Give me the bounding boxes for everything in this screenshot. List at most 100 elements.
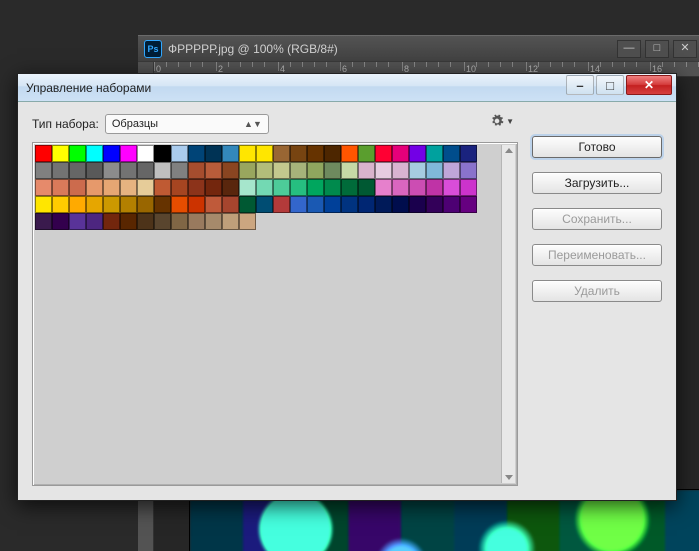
swatch[interactable] <box>358 179 375 196</box>
swatch[interactable] <box>324 162 341 179</box>
swatch[interactable] <box>341 162 358 179</box>
swatch[interactable] <box>154 213 171 230</box>
rename-button[interactable]: Переименовать... <box>532 244 662 266</box>
swatch[interactable] <box>205 145 222 162</box>
swatch[interactable] <box>86 196 103 213</box>
swatch[interactable] <box>188 179 205 196</box>
swatch[interactable] <box>137 162 154 179</box>
swatch[interactable] <box>341 145 358 162</box>
load-button[interactable]: Загрузить... <box>532 172 662 194</box>
swatch[interactable] <box>409 179 426 196</box>
swatch[interactable] <box>188 162 205 179</box>
swatch[interactable] <box>239 145 256 162</box>
swatch[interactable] <box>171 213 188 230</box>
swatch[interactable] <box>171 145 188 162</box>
dialog-maximize-button[interactable]: □ <box>596 75 624 95</box>
swatch[interactable] <box>86 162 103 179</box>
swatch[interactable] <box>426 162 443 179</box>
swatch[interactable] <box>443 196 460 213</box>
flyout-menu-button[interactable]: ▼ <box>490 114 514 128</box>
swatch[interactable] <box>290 196 307 213</box>
swatch[interactable] <box>137 145 154 162</box>
swatch[interactable] <box>256 162 273 179</box>
swatch[interactable] <box>273 162 290 179</box>
swatch[interactable] <box>443 162 460 179</box>
swatch[interactable] <box>120 213 137 230</box>
swatch[interactable] <box>103 162 120 179</box>
swatch[interactable] <box>222 145 239 162</box>
swatch[interactable] <box>239 162 256 179</box>
swatch[interactable] <box>120 196 137 213</box>
swatch[interactable] <box>35 145 52 162</box>
swatch[interactable] <box>409 162 426 179</box>
swatch[interactable] <box>69 213 86 230</box>
swatch[interactable] <box>171 162 188 179</box>
save-button[interactable]: Сохранить... <box>532 208 662 230</box>
swatch[interactable] <box>154 179 171 196</box>
swatch[interactable] <box>103 145 120 162</box>
swatch[interactable] <box>154 145 171 162</box>
swatch[interactable] <box>171 179 188 196</box>
preset-type-select[interactable]: Образцы ▲▼ <box>105 114 269 134</box>
swatch[interactable] <box>103 179 120 196</box>
swatch[interactable] <box>205 196 222 213</box>
swatch[interactable] <box>324 196 341 213</box>
swatch[interactable] <box>239 213 256 230</box>
swatch[interactable] <box>375 162 392 179</box>
swatch[interactable] <box>52 145 69 162</box>
swatch[interactable] <box>222 213 239 230</box>
done-button[interactable]: Готово <box>532 136 662 158</box>
swatch[interactable] <box>120 179 137 196</box>
swatch[interactable] <box>205 162 222 179</box>
swatch[interactable] <box>222 179 239 196</box>
swatch[interactable] <box>86 213 103 230</box>
swatch[interactable] <box>69 162 86 179</box>
swatch[interactable] <box>392 196 409 213</box>
swatch[interactable] <box>290 145 307 162</box>
swatch[interactable] <box>324 179 341 196</box>
swatch[interactable] <box>86 179 103 196</box>
swatch[interactable] <box>307 145 324 162</box>
swatch[interactable] <box>290 179 307 196</box>
swatch[interactable] <box>426 145 443 162</box>
swatch[interactable] <box>69 145 86 162</box>
doc-maximize-button[interactable]: □ <box>645 40 669 58</box>
swatch[interactable] <box>35 179 52 196</box>
swatch[interactable] <box>188 196 205 213</box>
swatch[interactable] <box>426 179 443 196</box>
swatch[interactable] <box>205 179 222 196</box>
swatch[interactable] <box>137 196 154 213</box>
swatch[interactable] <box>103 196 120 213</box>
swatch[interactable] <box>239 196 256 213</box>
swatch[interactable] <box>154 162 171 179</box>
doc-close-button[interactable]: ✕ <box>673 40 697 58</box>
swatch[interactable] <box>239 179 256 196</box>
swatch[interactable] <box>358 162 375 179</box>
swatch[interactable] <box>69 179 86 196</box>
swatch[interactable] <box>460 145 477 162</box>
swatch[interactable] <box>188 145 205 162</box>
swatch[interactable] <box>460 179 477 196</box>
swatch[interactable] <box>358 145 375 162</box>
swatch[interactable] <box>341 196 358 213</box>
swatch[interactable] <box>307 196 324 213</box>
swatch[interactable] <box>222 196 239 213</box>
swatch[interactable] <box>290 162 307 179</box>
swatch[interactable] <box>273 179 290 196</box>
swatch[interactable] <box>460 162 477 179</box>
scrollbar[interactable] <box>501 145 515 483</box>
swatch[interactable] <box>103 213 120 230</box>
swatch[interactable] <box>273 145 290 162</box>
swatch[interactable] <box>443 145 460 162</box>
swatch[interactable] <box>375 196 392 213</box>
swatch[interactable] <box>35 162 52 179</box>
swatch[interactable] <box>52 196 69 213</box>
swatch[interactable] <box>222 162 239 179</box>
swatch[interactable] <box>392 179 409 196</box>
swatch[interactable] <box>392 162 409 179</box>
swatch[interactable] <box>52 162 69 179</box>
swatch[interactable] <box>409 145 426 162</box>
swatch[interactable] <box>307 162 324 179</box>
swatch[interactable] <box>409 196 426 213</box>
swatch[interactable] <box>52 213 69 230</box>
